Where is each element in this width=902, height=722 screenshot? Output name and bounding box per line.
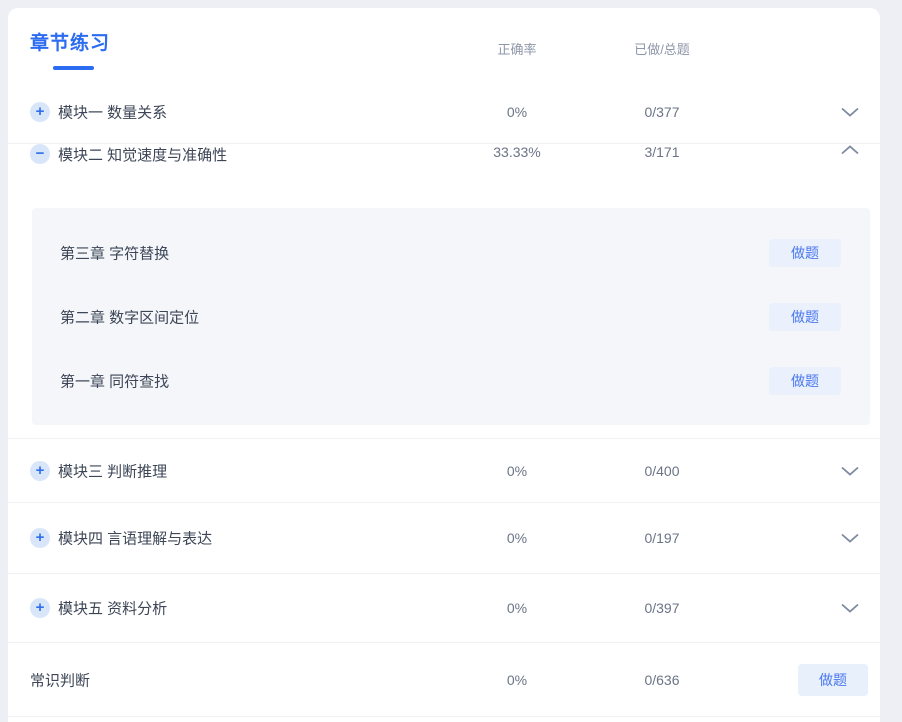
module-row-1[interactable]: + 模块一 数量关系 0% 0/377: [8, 80, 880, 144]
module-2-accuracy: 33.33%: [467, 144, 567, 160]
chapter-2-title: 第二章 数字区间定位: [60, 307, 199, 328]
module-3-title: 模块三 判断推理: [58, 460, 167, 481]
do-questions-button[interactable]: 做题: [769, 239, 841, 267]
module-5-title: 模块五 资料分析: [58, 598, 167, 619]
module-5-progress: 0/397: [612, 600, 712, 616]
module-3-accuracy: 0%: [467, 463, 567, 479]
chevron-down-icon[interactable]: [835, 465, 865, 477]
column-header-progress: 已做/总题: [612, 39, 712, 58]
chevron-down-icon[interactable]: [835, 106, 865, 118]
chevron-up-icon[interactable]: [835, 144, 865, 156]
title-underline: [53, 66, 94, 70]
expand-plus-icon[interactable]: +: [30, 598, 50, 618]
do-questions-button[interactable]: 做题: [798, 664, 868, 696]
module-5-accuracy: 0%: [467, 600, 567, 616]
leaf-row-accuracy: 0%: [467, 672, 567, 688]
chapter-row-2: 第二章 数字区间定位 做题: [32, 285, 870, 349]
page-title: 章节练习: [30, 28, 110, 55]
chapter-3-title: 第三章 字符替换: [60, 243, 169, 264]
do-questions-button[interactable]: 做题: [769, 303, 841, 331]
chapter-row-1: 第一章 同符查找 做题: [32, 349, 870, 413]
do-questions-button[interactable]: 做题: [769, 367, 841, 395]
module-1-accuracy: 0%: [467, 104, 567, 120]
module-row-5[interactable]: + 模块五 资料分析 0% 0/397: [8, 574, 880, 643]
chevron-down-icon[interactable]: [835, 602, 865, 614]
module-row-2[interactable]: − 模块二 知觉速度与准确性 33.33% 3/171: [8, 144, 880, 208]
page-background: 章节练习 正确率 已做/总题 + 模块一 数量关系 0% 0/377 − 模块二…: [0, 0, 902, 722]
expand-plus-icon[interactable]: +: [30, 528, 50, 548]
expand-plus-icon[interactable]: +: [30, 102, 50, 122]
module-3-progress: 0/400: [612, 463, 712, 479]
module-4-progress: 0/197: [612, 530, 712, 546]
collapse-minus-icon[interactable]: −: [30, 144, 50, 164]
module-2-progress: 3/171: [612, 144, 712, 160]
module-4-title: 模块四 言语理解与表达: [58, 528, 212, 549]
chapter-panel: 第三章 字符替换 做题 第二章 数字区间定位 做题 第一章 同符查找 做题: [32, 208, 870, 425]
chapter-row-3: 第三章 字符替换 做题: [32, 221, 870, 285]
module-2-title: 模块二 知觉速度与准确性: [58, 144, 227, 165]
module-row-3[interactable]: + 模块三 判断推理 0% 0/400: [8, 439, 880, 503]
leaf-row-progress: 0/636: [612, 672, 712, 688]
leaf-row-title: 常识判断: [30, 669, 90, 690]
expand-plus-icon[interactable]: +: [30, 461, 50, 481]
leaf-row-common-sense: 常识判断 0% 0/636 做题: [8, 643, 880, 717]
module-4-accuracy: 0%: [467, 530, 567, 546]
chapter-1-title: 第一章 同符查找: [60, 371, 169, 392]
module-row-4[interactable]: + 模块四 言语理解与表达 0% 0/197: [8, 503, 880, 574]
module-1-title: 模块一 数量关系: [58, 101, 167, 122]
chevron-down-icon[interactable]: [835, 532, 865, 544]
card-header: 章节练习 正确率 已做/总题: [8, 8, 880, 80]
module-2-section: − 模块二 知觉速度与准确性 33.33% 3/171 第三章 字符替换 做题 …: [8, 144, 880, 439]
chapter-practice-card: 章节练习 正确率 已做/总题 + 模块一 数量关系 0% 0/377 − 模块二…: [8, 8, 880, 722]
column-header-accuracy: 正确率: [467, 39, 567, 58]
module-1-progress: 0/377: [612, 104, 712, 120]
